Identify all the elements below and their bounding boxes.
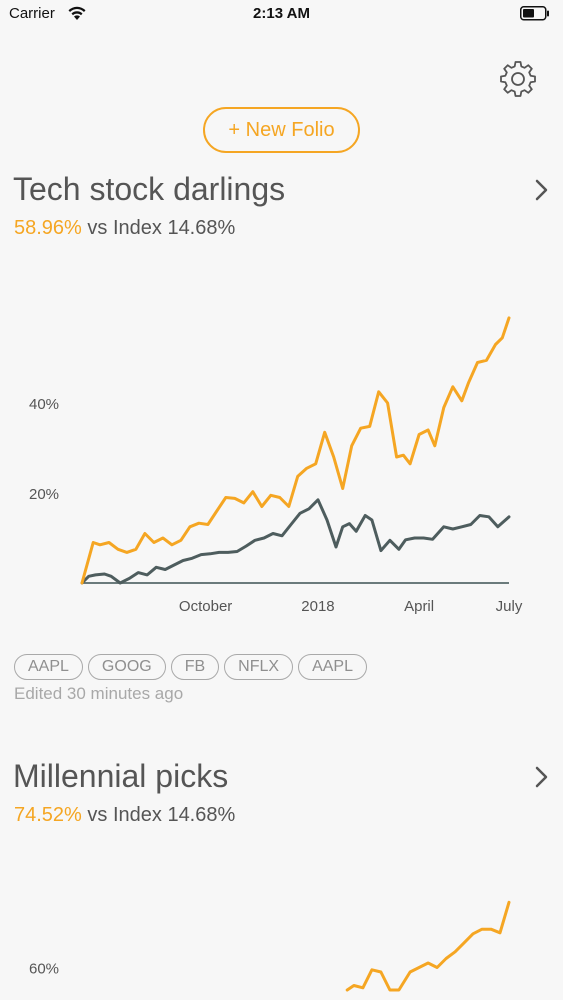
folio-return-value: 58.96% xyxy=(14,217,82,239)
status-time: 2:13 AM xyxy=(253,5,310,22)
folio-performance: 58.96% vs Index 14.68% xyxy=(14,217,235,240)
folio-return-value: 74.52% xyxy=(14,804,82,826)
y-tick-label: 60% xyxy=(29,961,59,978)
x-tick-label: April xyxy=(404,598,434,615)
ticker-tags: AAPL GOOG FB NFLX AAPL xyxy=(14,654,372,682)
performance-chart[interactable]: 20% 40% October 2018 April July xyxy=(0,290,563,630)
index-comparison: vs Index 14.68% xyxy=(81,217,236,239)
index-comparison: vs Index 14.68% xyxy=(81,804,236,826)
ticker-tag[interactable]: FB xyxy=(170,654,220,680)
gear-icon xyxy=(500,61,536,97)
new-folio-button[interactable]: + New Folio xyxy=(203,107,360,153)
edited-timestamp: Edited 30 minutes ago xyxy=(14,684,184,703)
ticker-tag[interactable]: NFLX xyxy=(224,654,294,680)
battery-icon xyxy=(520,6,549,21)
x-tick-label: July xyxy=(496,598,523,615)
performance-chart[interactable]: 60% xyxy=(0,880,563,1000)
y-tick-label: 40% xyxy=(29,396,59,413)
settings-button[interactable] xyxy=(499,60,537,98)
x-tick-label: 2018 xyxy=(301,598,334,615)
ticker-tag[interactable]: AAPL xyxy=(14,654,83,680)
status-bar: Carrier 2:13 AM xyxy=(0,0,563,30)
chevron-right-icon[interactable] xyxy=(534,765,550,789)
folio-title[interactable]: Millennial picks xyxy=(13,758,228,795)
portfolio-series-line xyxy=(80,316,511,585)
portfolio-series-line xyxy=(345,900,511,992)
ticker-tag[interactable]: GOOG xyxy=(87,654,166,680)
folio-title[interactable]: Tech stock darlings xyxy=(13,171,285,208)
chevron-right-icon[interactable] xyxy=(534,178,550,202)
index-series-line xyxy=(80,498,511,585)
ticker-tag[interactable]: AAPL xyxy=(298,654,367,680)
y-tick-label: 20% xyxy=(29,486,59,503)
folio-performance: 74.52% vs Index 14.68% xyxy=(14,804,235,827)
x-tick-label: October xyxy=(179,598,232,615)
